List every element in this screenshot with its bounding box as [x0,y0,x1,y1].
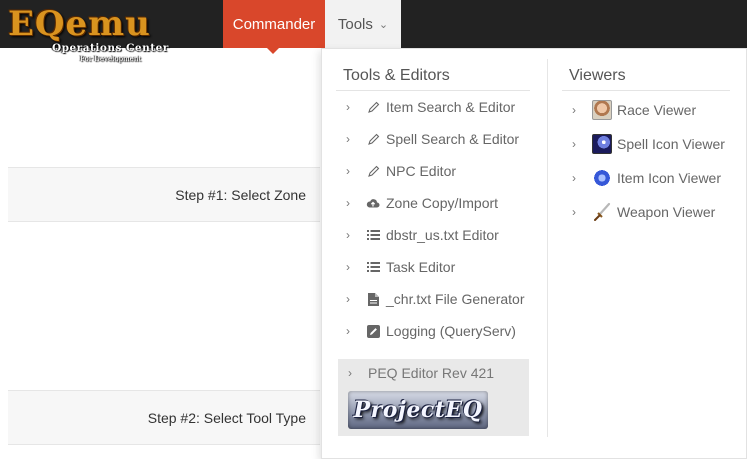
list-icon [366,260,380,274]
viewers-column: Viewers › Race Viewer › Spell Icon Viewe… [562,61,730,229]
item-icon [592,168,612,188]
tools-editors-heading: Tools & Editors [336,61,530,91]
chevron-right-icon: › [346,132,350,146]
menu-item-spell-search-editor[interactable]: › Spell Search & Editor [336,123,530,155]
menu-item-item-search-editor[interactable]: › Item Search & Editor [336,91,530,123]
menu-item-npc-editor[interactable]: › NPC Editor [336,155,530,187]
step2-row: Step #2: Select Tool Type [8,390,320,445]
nav-commander[interactable]: Commander [223,0,325,48]
edit-square-icon [366,324,380,338]
peq-editor-rev-link[interactable]: › PEQ Editor Rev 421 [338,359,529,387]
file-icon [366,292,380,306]
menu-item-label: Zone Copy/Import [386,195,499,211]
logo-tagline: For Development [80,55,142,63]
step1-row: Step #1: Select Zone [8,167,320,222]
chevron-right-icon: › [572,205,576,219]
tools-editors-list: › Item Search & Editor › Spell Search & … [336,91,530,347]
menu-item-dbstr-editor[interactable]: › dbstr_us.txt Editor [336,219,530,251]
chevron-right-icon: › [346,100,350,114]
step1-label: Step #1: Select Zone [175,187,306,203]
chevron-right-icon: › [346,164,350,178]
tools-dropdown-menu: Tools & Editors › Item Search & Editor ›… [321,48,747,459]
menu-item-label: Weapon Viewer [617,204,716,220]
menu-item-task-editor[interactable]: › Task Editor [336,251,530,283]
menu-item-race-viewer[interactable]: › Race Viewer [562,93,730,127]
menu-item-chr-file-generator[interactable]: › _chr.txt File Generator [336,283,530,315]
race-portrait-icon [592,100,612,120]
menu-item-label: Item Search & Editor [386,99,516,115]
tools-editors-column: Tools & Editors › Item Search & Editor ›… [336,61,530,347]
peq-editor-footer: › PEQ Editor Rev 421 ProjectEQ [338,359,529,436]
nav-tools-label: Tools [337,15,373,33]
cloud-upload-icon [366,196,380,210]
pencil-icon [366,100,380,114]
pencil-icon [366,132,380,146]
spell-icon [592,134,612,154]
chevron-right-icon: › [572,171,576,185]
peq-editor-rev-label: PEQ Editor Rev 421 [368,365,495,381]
list-icon [366,228,380,242]
menu-item-label: Item Icon Viewer [617,170,722,186]
chevron-right-icon: › [348,366,352,380]
menu-item-label: dbstr_us.txt Editor [386,227,499,243]
projecteq-logo: ProjectEQ [348,391,488,429]
chevron-right-icon: › [346,260,350,274]
menu-item-label: NPC Editor [386,163,457,179]
menu-item-logging-queryserv[interactable]: › Logging (QueryServ) [336,315,530,347]
chevron-right-icon: › [346,228,350,242]
active-nav-caret [267,48,279,54]
sword-icon [592,202,612,222]
logo-subtitle: Operations Center [52,42,169,54]
chevron-right-icon: › [346,324,350,338]
menu-item-spell-icon-viewer[interactable]: › Spell Icon Viewer [562,127,730,161]
step2-label: Step #2: Select Tool Type [147,410,306,426]
menu-item-label: Logging (QueryServ) [386,323,516,339]
menu-item-label: Spell Search & Editor [386,131,520,147]
nav-commander-label: Commander [232,15,316,33]
chevron-right-icon: › [572,137,576,151]
column-divider [547,59,548,437]
menu-item-label: _chr.txt File Generator [386,291,525,307]
eqemu-logo[interactable]: EQemu Operations Center For Development [8,4,170,68]
chevron-right-icon: › [572,103,576,117]
menu-item-zone-copy-import[interactable]: › Zone Copy/Import [336,187,530,219]
viewers-list: › Race Viewer › Spell Icon Viewer › Item… [562,93,730,229]
chevron-down-icon: ⌄ [378,18,389,31]
logo-title: EQemu [8,4,151,44]
nav-tools-dropdown-toggle[interactable]: Tools ⌄ [325,0,401,48]
menu-item-label: Race Viewer [617,102,697,118]
pencil-icon [366,164,380,178]
chevron-right-icon: › [346,196,350,210]
menu-item-weapon-viewer[interactable]: › Weapon Viewer [562,195,730,229]
menu-item-label: Spell Icon Viewer [617,136,725,152]
menu-item-item-icon-viewer[interactable]: › Item Icon Viewer [562,161,730,195]
viewers-heading: Viewers [562,61,730,91]
menu-item-label: Task Editor [386,259,456,275]
chevron-right-icon: › [346,292,350,306]
